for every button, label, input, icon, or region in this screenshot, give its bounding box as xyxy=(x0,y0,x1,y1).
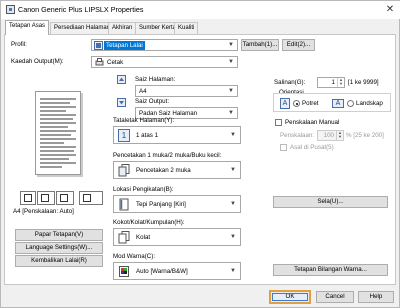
profile-icon xyxy=(94,41,103,50)
collate-value: Kolat xyxy=(136,234,151,241)
landscape-radio[interactable] xyxy=(347,100,354,107)
profile-dropdown[interactable]: Tetapan Lalai ▼ xyxy=(91,39,238,51)
manual-scaling-checkbox[interactable] xyxy=(275,119,282,126)
chevron-down-icon: ▼ xyxy=(228,88,234,94)
binding-dropdown[interactable]: Tepi Panjang [Kiri] ▼ xyxy=(113,195,241,213)
color-mode-dropdown[interactable]: Auto [Warna/B&W] ▼ xyxy=(113,262,241,280)
duplex-icon xyxy=(118,164,130,177)
page-preview xyxy=(11,85,106,188)
scaling-label: Penskalaan: xyxy=(280,132,315,139)
paper-preview xyxy=(35,91,81,175)
collate-label: Kokot/Kolat/Kumpulan(H): xyxy=(113,219,185,226)
chevron-down-icon: ▼ xyxy=(228,59,234,65)
language-settings-button[interactable]: Language Settings(W)... xyxy=(15,242,103,254)
portrait-label: Potret xyxy=(302,100,319,107)
add-profile-button[interactable]: Tambah(1)... xyxy=(241,39,279,51)
spin-arrows-icon[interactable]: ▲ ▼ xyxy=(336,131,343,140)
page-layout-value: 1 atas 1 xyxy=(136,132,159,139)
output-size-label: Saiz Output: xyxy=(135,98,170,105)
binding-value: Tepi Panjang [Kiri] xyxy=(136,201,186,208)
portrait-icon: A xyxy=(280,98,290,109)
chevron-down-icon: ▼ xyxy=(228,42,234,48)
chevron-down-icon: ▼ xyxy=(230,201,236,207)
page-layout-dropdown[interactable]: 1 1 atas 1 ▼ xyxy=(113,126,241,144)
stamp-button[interactable]: Sela(U)... xyxy=(273,196,388,208)
restore-defaults-button[interactable]: Kembalikan Lalai(R) xyxy=(15,255,103,267)
binding-preview-icon[interactable] xyxy=(56,191,74,205)
layout-1up-icon: 1 xyxy=(118,129,130,142)
window-title: Canon Generic Plus LIPSLX Properties xyxy=(18,5,144,14)
show-settings-button[interactable]: Papar Tetapan(V) xyxy=(15,229,103,241)
page-layout-label: Tataletak Halaman(Y): xyxy=(113,117,175,124)
color-count-settings-button[interactable]: Tetapan Bilangan Warna... xyxy=(273,264,388,276)
page-size-value: A4 xyxy=(139,88,147,95)
printer-app-icon xyxy=(6,5,15,14)
cancel-button[interactable]: Cancel xyxy=(316,291,354,303)
chevron-down-icon: ▼ xyxy=(230,268,236,274)
scaling-value: 100 xyxy=(323,132,334,139)
color-mode-value: Auto [Warna/B&W] xyxy=(136,268,188,275)
output-size-value: Padan Saiz Halaman xyxy=(139,110,198,117)
finishing-preview-icon[interactable] xyxy=(79,191,103,205)
output-method-label: Kaedah Output(M): xyxy=(11,58,64,65)
help-button[interactable]: Help xyxy=(358,291,394,303)
copies-spinner[interactable]: 1 ▲ ▼ xyxy=(317,77,345,88)
tab-quality[interactable]: Kualiti xyxy=(174,22,199,34)
print-icon xyxy=(95,58,104,66)
preview-caption: A4 [Penskalaan: Auto] xyxy=(13,208,74,215)
manual-scaling-label: Penskalaan Manual xyxy=(285,119,340,126)
color-mode-label: Mod Warna(C): xyxy=(113,253,156,260)
duplex-label: Pencetakan 1 muka/2 muka/Buku kecil: xyxy=(113,152,222,159)
duplex-dropdown[interactable]: Pencetakan 2 muka ▼ xyxy=(113,161,241,179)
output-method-dropdown[interactable]: Cetak ▼ xyxy=(91,56,238,68)
close-icon[interactable]: ✕ xyxy=(383,3,397,16)
duplex-preview-icon[interactable] xyxy=(37,191,55,205)
chevron-down-icon: ▼ xyxy=(228,110,234,116)
ok-button[interactable]: OK xyxy=(269,290,311,304)
output-size-icon xyxy=(117,98,126,107)
page-size-label: Saiz Halaman: xyxy=(135,76,176,83)
from-center-label: Asal di Pusat(5) xyxy=(290,144,334,151)
chevron-down-icon: ▼ xyxy=(230,167,236,173)
landscape-icon: A xyxy=(332,99,344,108)
tab-basic-settings[interactable]: Tetapan Asas xyxy=(5,20,50,35)
from-center-checkbox[interactable] xyxy=(280,144,287,151)
copies-range: [1 ke 9999] xyxy=(348,79,379,86)
binding-label: Lokasi Pengikatan(B): xyxy=(113,186,174,193)
profile-value: Tetapan Lalai xyxy=(104,41,145,50)
scaling-spinner[interactable]: 100 ▲ ▼ xyxy=(317,130,344,141)
title-bar: Canon Generic Plus LIPSLX Properties ✕ xyxy=(1,1,400,19)
profile-label: Profil: xyxy=(11,41,27,48)
scaling-range: % [25 ke 200] xyxy=(346,132,384,139)
chevron-down-icon: ▼ xyxy=(230,132,236,138)
page-size-dropdown[interactable]: A4 ▼ xyxy=(135,85,238,97)
landscape-label: Landskap xyxy=(356,100,383,107)
binding-edge-icon xyxy=(119,198,129,211)
copies-label: Salinan(G): xyxy=(274,79,306,86)
copies-value: 1 xyxy=(331,79,335,86)
output-method-value: Cetak xyxy=(107,59,124,66)
chevron-down-icon: ▼ xyxy=(230,234,236,240)
collate-dropdown[interactable]: Kolat ▼ xyxy=(113,228,241,246)
tab-page-setup[interactable]: Persediaan Halaman xyxy=(50,22,115,34)
spin-arrows-icon[interactable]: ▲ ▼ xyxy=(337,78,344,87)
duplex-value: Pencetakan 2 muka xyxy=(136,167,191,174)
color-mode-icon xyxy=(119,266,129,277)
printer-properties-window: Canon Generic Plus LIPSLX Properties ✕ T… xyxy=(0,0,400,308)
portrait-radio[interactable] xyxy=(293,100,300,107)
tab-finishing[interactable]: Akhiran xyxy=(108,22,137,34)
collate-icon xyxy=(118,231,130,244)
page-size-icon xyxy=(117,75,126,84)
output-tray-icon[interactable] xyxy=(20,191,36,205)
edit-profile-button[interactable]: Edit(2)... xyxy=(282,39,315,51)
